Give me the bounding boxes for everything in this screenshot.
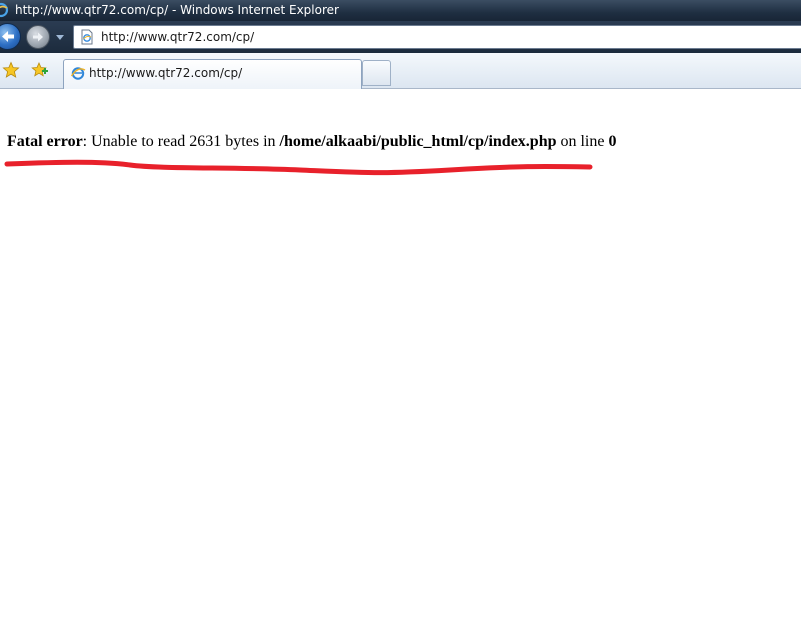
back-button[interactable]	[0, 23, 21, 50]
window-title: http://www.qtr72.com/cp/ - Windows Inter…	[15, 3, 339, 17]
page-icon	[81, 29, 93, 45]
ie-icon	[0, 2, 9, 18]
error-message: Fatal error: Unable to read 2631 bytes i…	[7, 133, 616, 151]
chevron-down-icon[interactable]	[55, 32, 65, 42]
tab-active[interactable]: http://www.qtr72.com/cp/	[63, 59, 362, 89]
browser-window: http://www.qtr72.com/cp/ - Windows Inter…	[0, 0, 801, 622]
add-favorite-icon[interactable]	[31, 61, 49, 79]
error-text: : Unable to read 2631 bytes in	[82, 133, 280, 150]
navigation-bar: http://www.qtr72.com/cp/	[0, 21, 801, 53]
url-text[interactable]: http://www.qtr72.com/cp/	[101, 26, 254, 48]
address-bar[interactable]: http://www.qtr72.com/cp/	[73, 25, 801, 49]
file-path: /home/alkaabi/public_html/cp/index.php	[279, 133, 557, 150]
line-number: 0	[608, 133, 617, 150]
forward-arrow-icon	[33, 32, 43, 42]
ie-page-icon	[70, 67, 86, 80]
tab-bar: http://www.qtr72.com/cp/	[0, 53, 801, 89]
new-tab-button[interactable]	[362, 60, 391, 86]
star-icon[interactable]	[2, 61, 20, 79]
back-arrow-icon	[2, 31, 14, 42]
page-content: Fatal error: Unable to read 2631 bytes i…	[0, 89, 801, 622]
red-underline-annotation	[4, 159, 593, 176]
line-prefix: on line	[556, 133, 609, 150]
title-bar: http://www.qtr72.com/cp/ - Windows Inter…	[0, 0, 801, 21]
tab-label: http://www.qtr72.com/cp/	[89, 66, 243, 80]
forward-button[interactable]	[26, 25, 50, 49]
error-label: Fatal error	[7, 133, 83, 150]
